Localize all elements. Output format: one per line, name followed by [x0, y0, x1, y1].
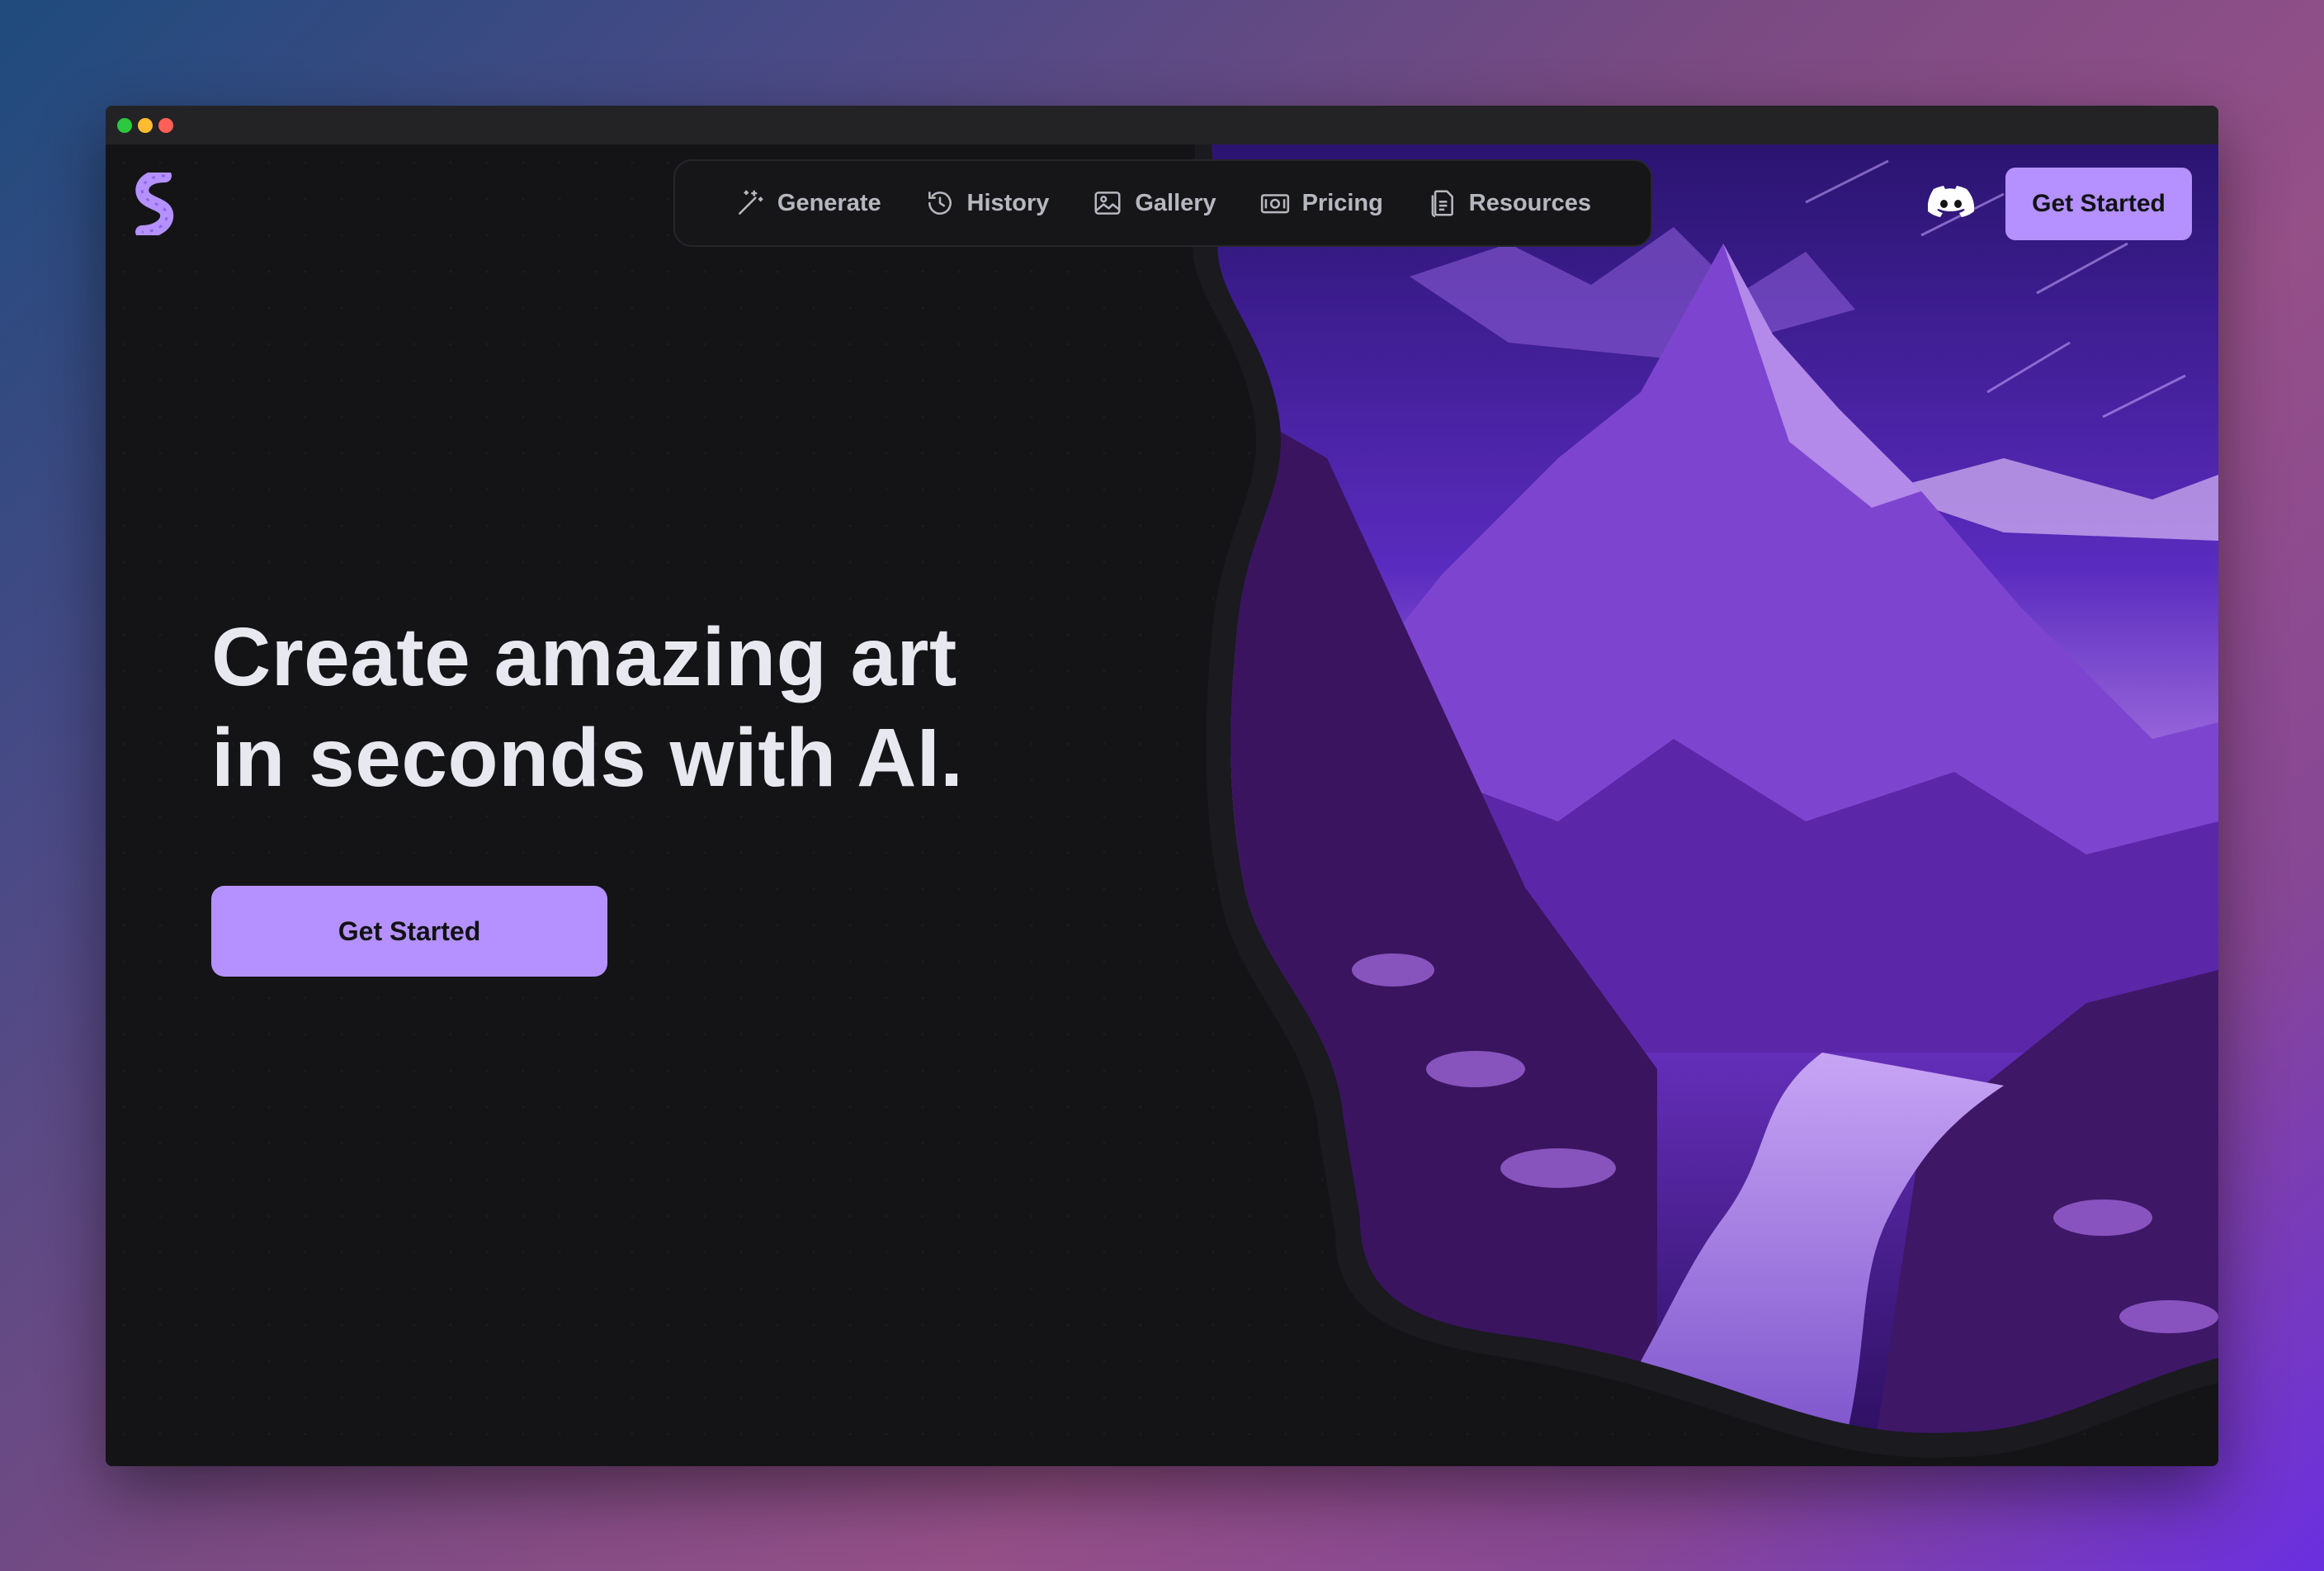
nav-item-pricing[interactable]: Pricing [1259, 187, 1383, 219]
window-close-button[interactable] [158, 118, 173, 133]
main-navigation: Generate History Gallery Pricing Resourc… [673, 159, 1652, 247]
headline-line-2: in seconds with AI. [211, 712, 964, 804]
hero-headline: Create amazing art in seconds with AI. [211, 607, 1037, 808]
browser-window: Generate History Gallery Pricing Resourc… [106, 106, 2218, 1466]
nav-label: Pricing [1301, 189, 1383, 216]
discord-icon[interactable] [1928, 186, 1974, 220]
money-icon [1260, 194, 1289, 214]
header-get-started-button[interactable]: Get Started [2005, 168, 2192, 240]
nav-label: History [966, 189, 1050, 216]
nav-label: Generate [777, 189, 881, 216]
landing-page: Generate History Gallery Pricing Resourc… [106, 144, 2218, 1466]
hero-get-started-button[interactable]: Get Started [211, 886, 607, 977]
nav-label: Resources [1468, 189, 1592, 216]
history-clock-icon [928, 192, 952, 215]
window-zoom-button[interactable] [117, 118, 132, 133]
image-icon [1094, 192, 1121, 215]
nav-item-history[interactable]: History [924, 187, 1050, 219]
nav-label: Gallery [1135, 189, 1216, 216]
site-logo-icon[interactable] [132, 173, 177, 235]
magic-wand-icon [738, 190, 763, 215]
document-icon [1431, 190, 1453, 218]
headline-line-1: Create amazing art [211, 611, 957, 703]
nav-item-generate[interactable]: Generate [735, 187, 881, 219]
window-minimize-button[interactable] [138, 118, 153, 133]
nav-item-resources[interactable]: Resources [1426, 187, 1591, 219]
nav-item-gallery[interactable]: Gallery [1092, 187, 1216, 219]
window-titlebar [106, 106, 2218, 144]
